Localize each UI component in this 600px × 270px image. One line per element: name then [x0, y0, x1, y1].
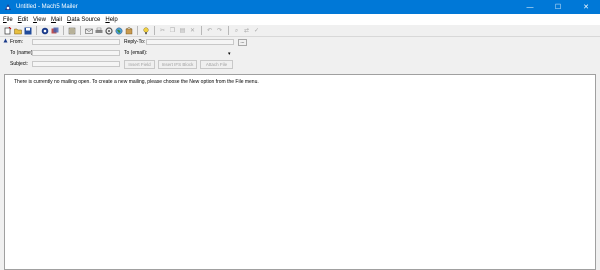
from-label: From: — [10, 39, 24, 45]
menu-mail[interactable]: Mail — [51, 17, 62, 23]
close-button[interactable]: ✕ — [572, 0, 600, 14]
delete-icon[interactable]: ✕ — [188, 26, 197, 35]
open-icon[interactable] — [13, 26, 22, 35]
toolbar-separator — [63, 26, 64, 35]
toolbar-separator — [36, 26, 37, 35]
undo-icon[interactable]: ↶ — [205, 26, 214, 35]
spellcheck-icon[interactable]: ✓ — [252, 26, 261, 35]
find-icon[interactable]: ⌕ — [232, 26, 241, 35]
minimize-button[interactable]: — — [516, 0, 544, 14]
menu-view-label: iew — [36, 16, 46, 23]
reply-to-field[interactable] — [146, 39, 234, 45]
toolbar-separator — [228, 26, 229, 35]
insert-field-button[interactable]: Insert Field — [124, 60, 155, 69]
toolbar-separator — [137, 26, 138, 35]
globe-icon[interactable] — [114, 26, 123, 35]
menu-edit[interactable]: Edit — [18, 17, 28, 23]
save-icon[interactable] — [23, 26, 32, 35]
window-title: Untitled - Mach5 Mailer — [16, 4, 78, 10]
menu-bar: File Edit View Mail Data Source Help — [0, 14, 600, 25]
data-source-icon[interactable] — [40, 26, 49, 35]
subject-field[interactable] — [32, 61, 120, 67]
to-email-dropdown-icon[interactable]: ▾ — [228, 51, 231, 57]
replace-icon[interactable]: ⇄ — [242, 26, 251, 35]
to-email-label: To (email): — [124, 50, 148, 56]
reply-to-browse-button[interactable]: ... — [238, 38, 247, 46]
tip-icon[interactable] — [141, 26, 150, 35]
toolbar: ✂ ❐ ▤ ✕ ↶ ↷ ⌕ ⇄ ✓ — [0, 25, 600, 37]
copy-icon[interactable]: ❐ — [168, 26, 177, 35]
message-header: From: To (name): Subject: Reply-To: ... … — [0, 37, 600, 72]
to-email-field[interactable] — [146, 50, 234, 56]
address-book-icon[interactable] — [67, 26, 76, 35]
paste-icon[interactable]: ▤ — [178, 26, 187, 35]
print-icon[interactable] — [94, 26, 103, 35]
no-mailing-message: There is currently no mailing open. To c… — [14, 79, 259, 85]
menu-help-label: elp — [109, 16, 118, 23]
toolbar-separator — [154, 26, 155, 35]
menu-data-source[interactable]: Data Source — [67, 17, 100, 23]
attach-file-button[interactable]: Attach File — [200, 60, 233, 69]
to-name-field[interactable] — [32, 50, 120, 56]
menu-mail-label: ail — [55, 16, 62, 23]
toolbar-separator — [80, 26, 81, 35]
menu-help[interactable]: Help — [105, 17, 117, 23]
menu-file-label: ile — [6, 16, 13, 23]
redo-icon[interactable]: ↷ — [215, 26, 224, 35]
toolbar-separator — [201, 26, 202, 35]
pack-icon[interactable] — [124, 26, 133, 35]
send-icon[interactable] — [84, 26, 93, 35]
title-bar: Untitled - Mach5 Mailer — ☐ ✕ — [0, 0, 600, 14]
menu-data-source-label: ata Source — [71, 16, 101, 23]
settings-icon[interactable] — [104, 26, 113, 35]
reply-to-label: Reply-To: — [124, 39, 146, 45]
new-mailing-icon[interactable] — [3, 26, 12, 35]
merge-icon[interactable] — [50, 26, 59, 35]
from-field[interactable] — [32, 39, 120, 45]
insert-ifs-block-button[interactable]: Insert IFS Block — [158, 60, 197, 69]
subject-label: Subject: — [10, 61, 29, 67]
cut-icon[interactable]: ✂ — [158, 26, 167, 35]
header-pin-icon — [3, 38, 8, 43]
to-name-label: To (name): — [10, 50, 34, 56]
app-icon — [3, 3, 12, 12]
maximize-button[interactable]: ☐ — [544, 0, 572, 14]
menu-view[interactable]: View — [33, 17, 46, 23]
menu-edit-label: dit — [21, 16, 29, 23]
editor-area[interactable]: There is currently no mailing open. To c… — [4, 74, 596, 270]
menu-file[interactable]: File — [3, 17, 13, 23]
